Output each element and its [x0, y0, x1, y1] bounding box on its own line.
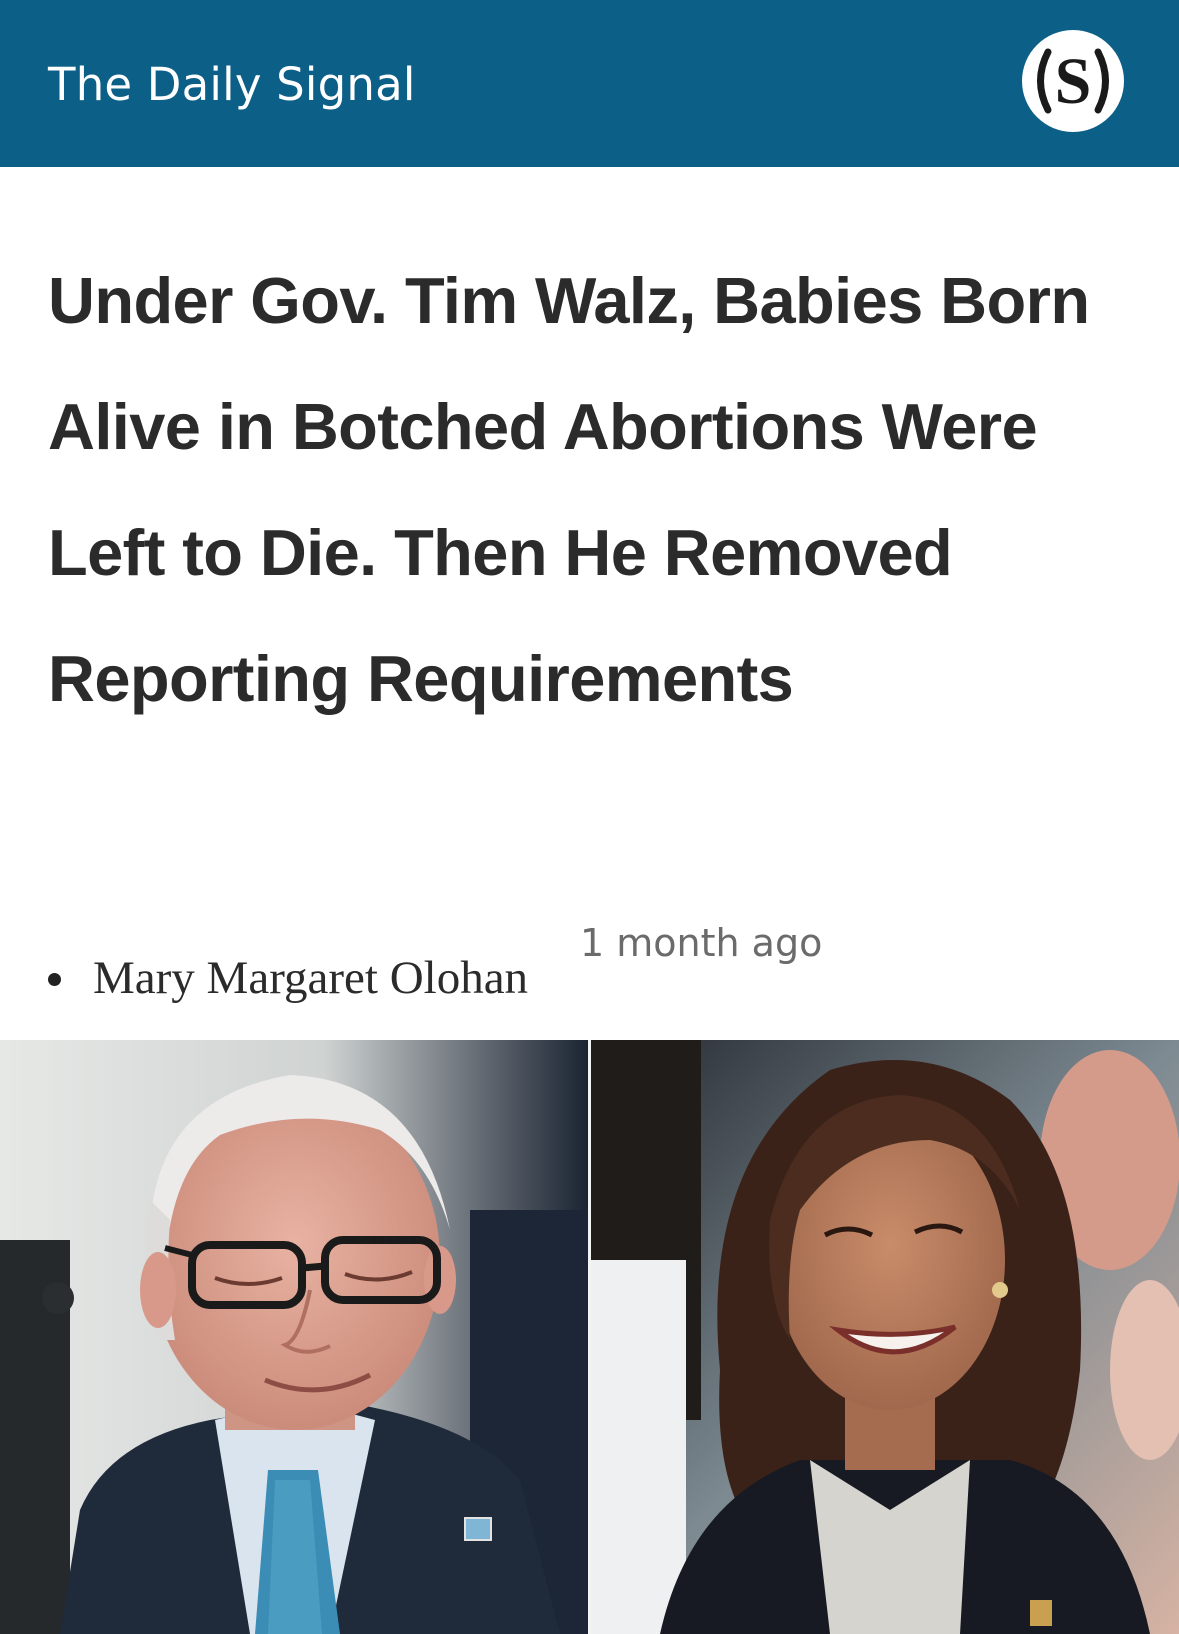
- logo-glyph: S: [1055, 45, 1092, 118]
- daily-signal-s-logo-icon[interactable]: S: [1022, 30, 1124, 132]
- photo-divider: [588, 1040, 591, 1634]
- hero-composite-photo: [0, 1040, 1179, 1634]
- logo-mark: S: [1025, 33, 1121, 129]
- tim-walz-photo: [0, 1040, 588, 1634]
- author-link[interactable]: Mary Margaret Olohan: [93, 950, 528, 1006]
- site-header: The Daily Signal S: [0, 0, 1179, 167]
- article-headline: Under Gov. Tim Walz, Babies Born Alive i…: [48, 264, 1090, 715]
- hero-image[interactable]: [0, 1040, 1179, 1634]
- article-byline: Mary Margaret Olohan 1 month ago: [0, 915, 1179, 1005]
- kamala-harris-photo: [591, 1040, 1179, 1634]
- site-name-link[interactable]: The Daily Signal: [48, 57, 416, 113]
- published-time: 1 month ago: [580, 921, 823, 965]
- bullet-icon: [48, 973, 61, 986]
